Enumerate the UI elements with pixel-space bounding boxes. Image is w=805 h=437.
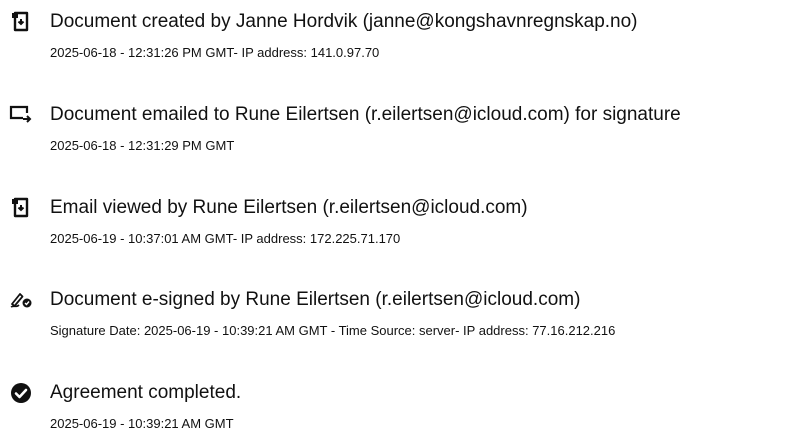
email-viewed-icon bbox=[12, 197, 29, 218]
event-title: Email viewed by Rune Eilertsen (r.eilert… bbox=[50, 197, 528, 218]
event-title: Document emailed to Rune Eilertsen (r.ei… bbox=[50, 104, 681, 125]
event-title: Agreement completed. bbox=[50, 382, 242, 403]
event-detail: 2025-06-18 - 12:31:26 PM GMT- IP address… bbox=[50, 45, 380, 60]
document-created-icon bbox=[12, 11, 29, 32]
event-detail: 2025-06-18 - 12:31:29 PM GMT bbox=[50, 138, 235, 153]
event-detail: 2025-06-19 - 10:37:01 AM GMT- IP address… bbox=[50, 231, 401, 246]
checkmark-circle-icon bbox=[11, 383, 31, 403]
event-detail: Signature Date: 2025-06-19 - 10:39:21 AM… bbox=[50, 323, 616, 338]
event-title: Document e-signed by Rune Eilertsen (r.e… bbox=[50, 289, 581, 310]
e-sign-pen-icon bbox=[10, 293, 32, 308]
email-sent-icon bbox=[9, 105, 32, 123]
event-title: Document created by Janne Hordvik (janne… bbox=[50, 11, 638, 32]
event-detail: 2025-06-19 - 10:39:21 AM GMT bbox=[50, 416, 234, 431]
